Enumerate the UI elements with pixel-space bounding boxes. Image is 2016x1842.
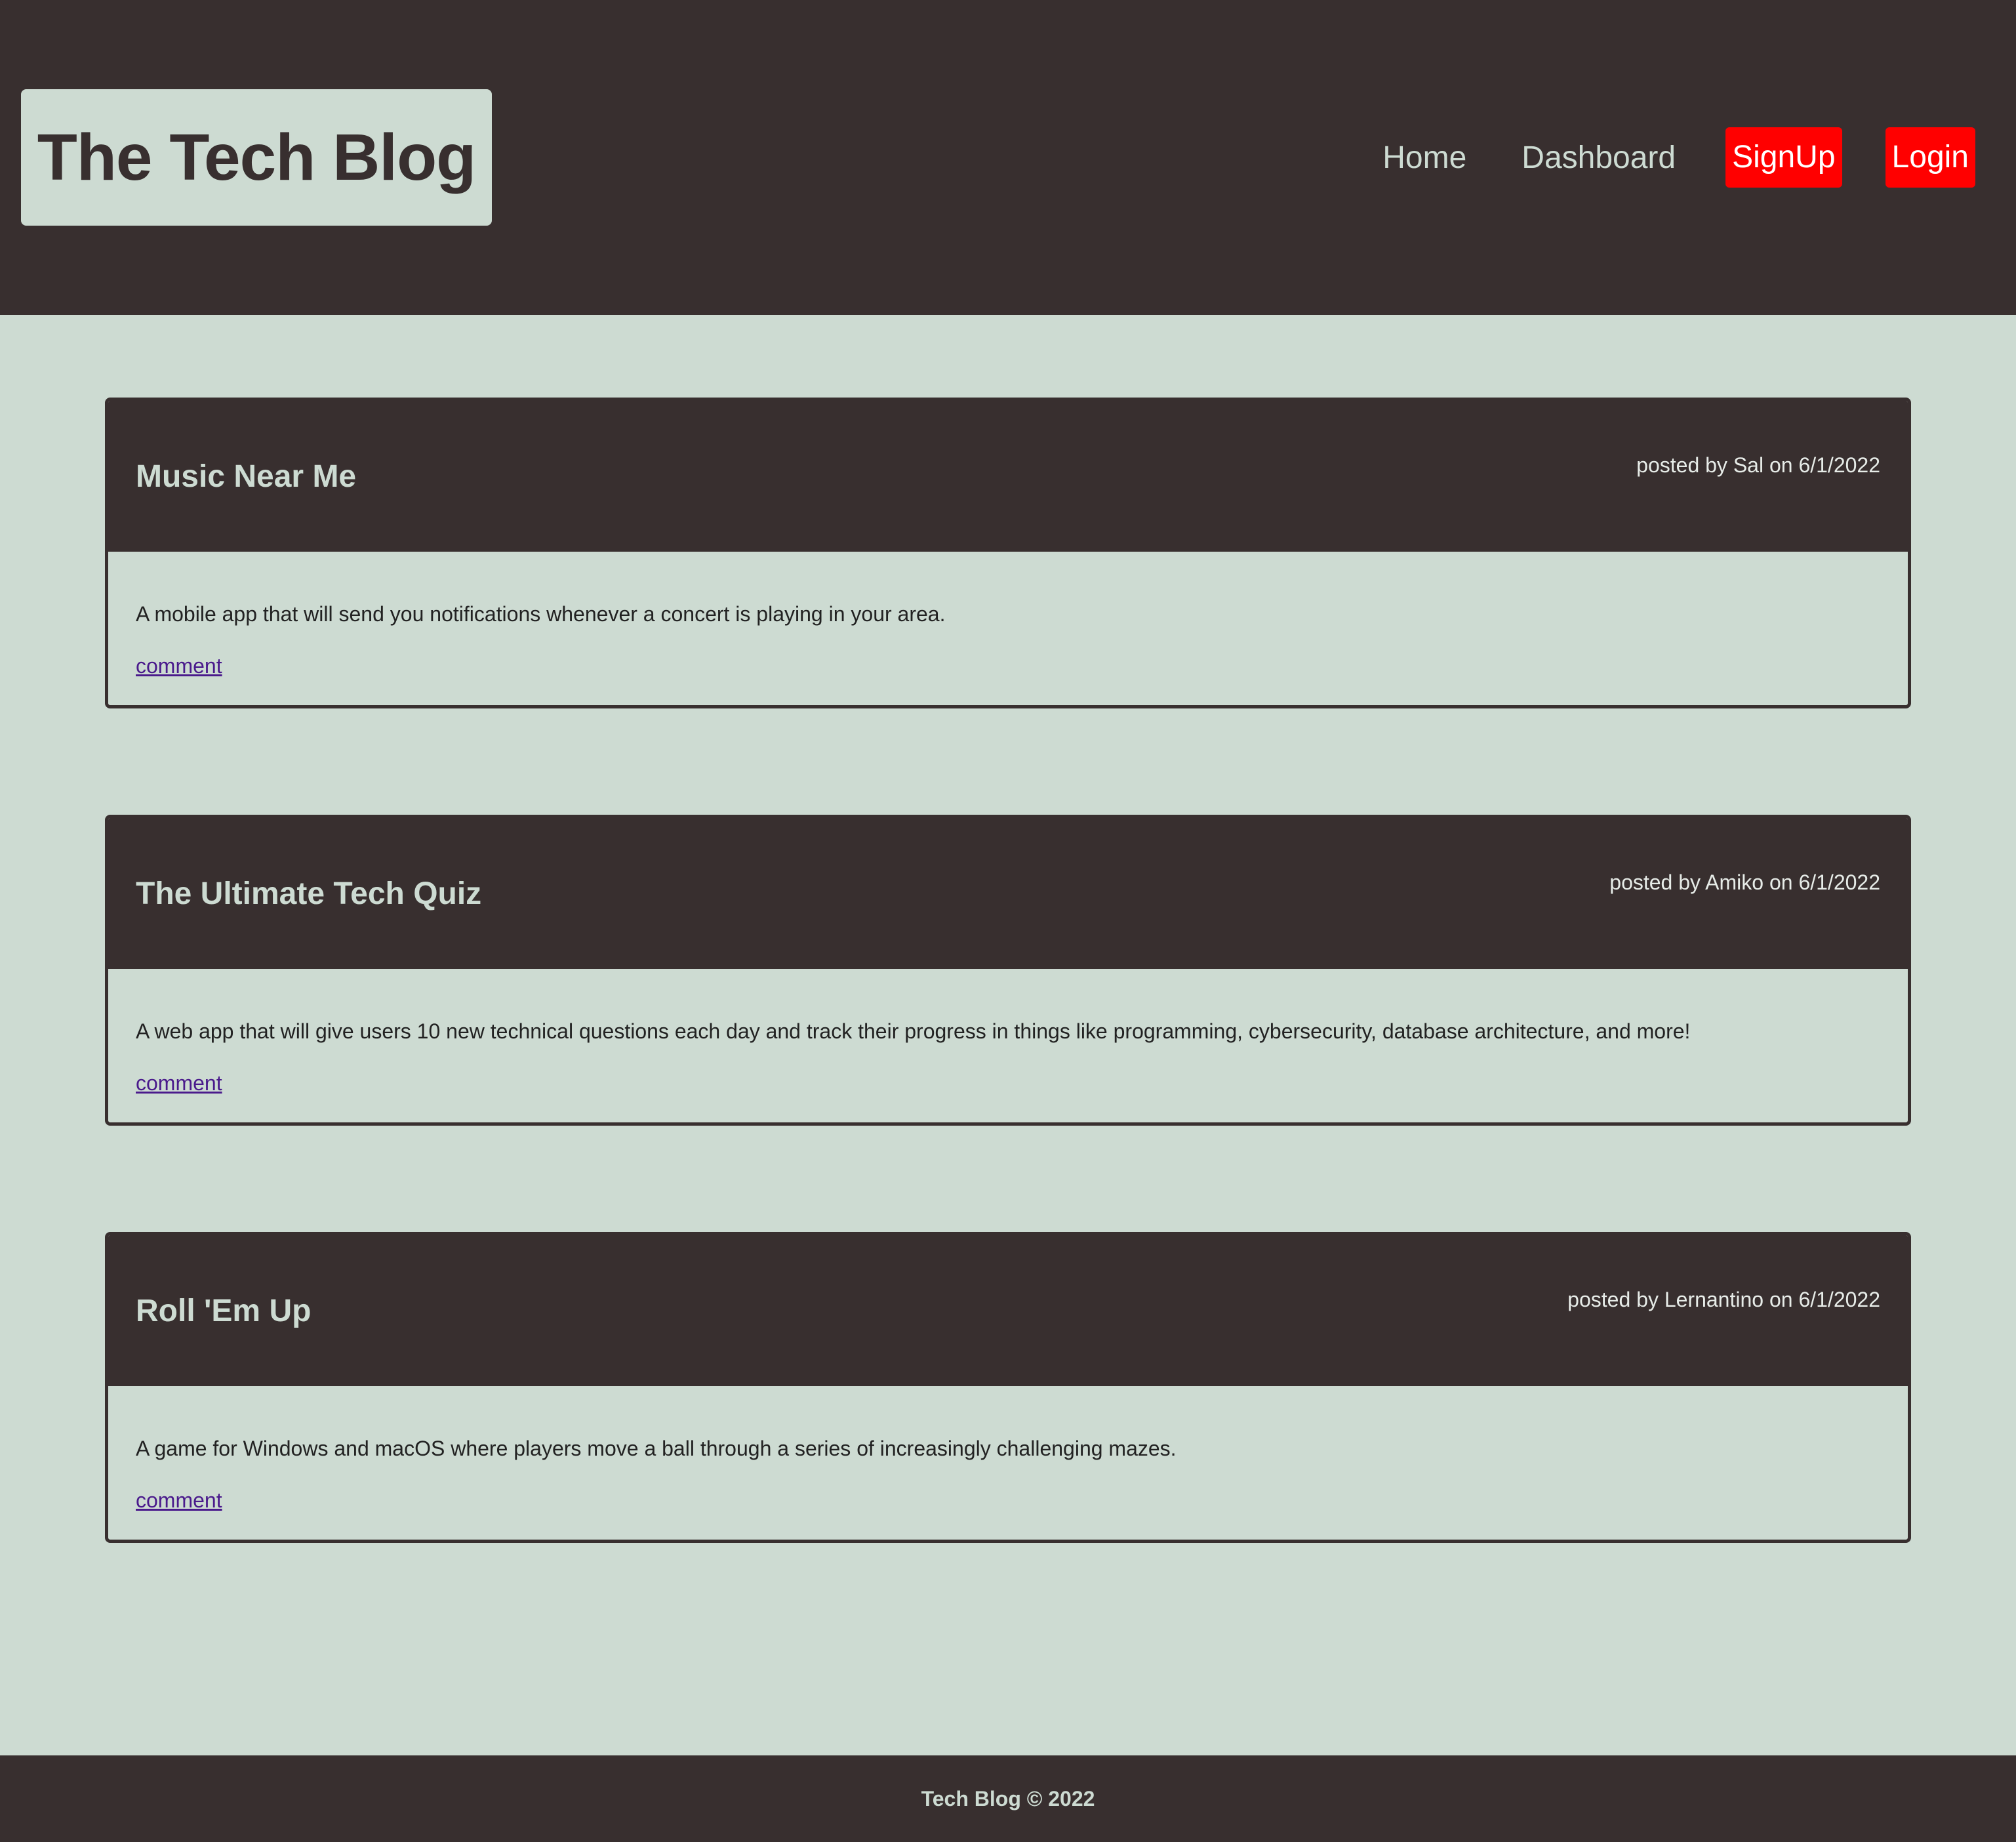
post-body: A game for Windows and macOS where playe… [108,1386,1908,1540]
post-meta: posted by Amiko on 6/1/2022 [1609,870,1880,894]
post-card: Music Near Me posted by Sal on 6/1/2022 … [105,398,1911,708]
post-title[interactable]: The Ultimate Tech Quiz [136,876,481,912]
comment-link[interactable]: comment [136,1071,222,1095]
post-content: A mobile app that will send you notifica… [136,602,946,626]
nav-dashboard-link[interactable]: Dashboard [1522,140,1676,176]
post-card: The Ultimate Tech Quiz posted by Amiko o… [105,815,1911,1126]
post-meta: posted by Lernantino on 6/1/2022 [1567,1288,1880,1311]
post-body: A web app that will give users 10 new te… [108,969,1908,1122]
post-content: A web app that will give users 10 new te… [136,1019,1691,1043]
post-content: A game for Windows and macOS where playe… [136,1437,1177,1460]
signup-button[interactable]: SignUp [1725,127,1842,188]
post-header: The Ultimate Tech Quiz posted by Amiko o… [108,818,1908,969]
post-body: A mobile app that will send you notifica… [108,552,1908,705]
main-nav: Home Dashboard SignUp Login [1382,127,1975,188]
post-header: Music Near Me posted by Sal on 6/1/2022 [108,401,1908,552]
post-title[interactable]: Music Near Me [136,459,356,495]
post-card: Roll 'Em Up posted by Lernantino on 6/1/… [105,1232,1911,1543]
footer-copyright: Tech Blog © 2022 [921,1786,1095,1811]
site-title: The Tech Blog [37,120,476,194]
site-footer: Tech Blog © 2022 [0,1755,2016,1842]
site-header: The Tech Blog Home Dashboard SignUp Logi… [0,0,2016,315]
post-header: Roll 'Em Up posted by Lernantino on 6/1/… [108,1235,1908,1386]
post-meta: posted by Sal on 6/1/2022 [1636,453,1880,477]
comment-link[interactable]: comment [136,654,222,678]
comment-link[interactable]: comment [136,1488,222,1513]
post-title[interactable]: Roll 'Em Up [136,1293,311,1329]
post-list: Music Near Me posted by Sal on 6/1/2022 … [105,398,1911,1649]
nav-home-link[interactable]: Home [1382,140,1466,176]
login-button[interactable]: Login [1885,127,1975,188]
site-logo[interactable]: The Tech Blog [21,89,492,226]
